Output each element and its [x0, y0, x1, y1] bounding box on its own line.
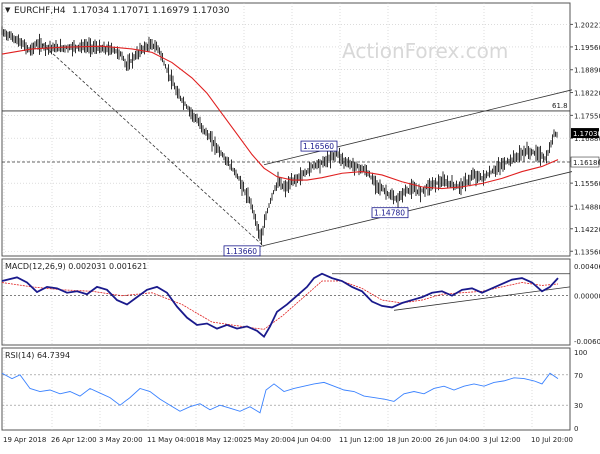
ohlc-text: 1.17034 1.17071 1.16979 1.17030	[72, 6, 230, 16]
dropdown-arrow-icon[interactable]: ▼	[5, 6, 11, 14]
y-tick-label: 1.17550	[574, 112, 600, 120]
y-tick-label: 1.14880	[574, 203, 600, 211]
x-tick-label: 3 Jul 12:00	[483, 436, 521, 444]
watermark: ActionForex.com	[342, 39, 508, 63]
annotation-label: 1.16560	[303, 142, 334, 151]
rsi-scale-label: 0	[574, 425, 578, 433]
level-price-label: 1.16180	[573, 159, 600, 167]
x-tick-label: 25 May 20:00	[243, 436, 291, 444]
x-tick-label: 26 Apr 12:00	[51, 436, 97, 444]
x-tick-label: 19 Apr 2018	[3, 436, 46, 444]
y-tick-label: 1.18220	[574, 90, 600, 98]
y-tick-label: 1.18890	[574, 67, 600, 75]
x-tick-label: 11 May 04:00	[147, 436, 195, 444]
y-tick-label: 1.20221	[574, 21, 600, 29]
rsi-scale-label: 70	[574, 372, 583, 380]
level-label: 61.8	[552, 102, 568, 110]
x-tick-label: 3 May 20:00	[99, 436, 143, 444]
rsi-title: RSI(14) 64.7394	[5, 351, 70, 360]
rsi-scale-label: 30	[574, 402, 583, 410]
macd-scale-label: 0.004065	[574, 263, 600, 271]
symbol-label: EURCHF,H4	[14, 6, 66, 16]
y-tick-label: 1.13560	[574, 248, 600, 256]
x-tick-label: 10 Jul 20:00	[531, 436, 573, 444]
x-tick-label: 4 Jun 04:00	[291, 436, 331, 444]
x-tick-label: 18 Jun 20:00	[387, 436, 431, 444]
macd-title: MACD(12,26,9) 0.002031 0.001621	[5, 262, 147, 271]
annotation-label: 1.13660	[226, 247, 257, 256]
chart-svg: ActionForex.com 61.8 1.16560 1.14780 1.1366…	[0, 0, 600, 450]
y-tick-label: 1.15560	[574, 180, 600, 188]
x-tick-label: 11 Jun 12:00	[339, 436, 383, 444]
macd-scale-label: 0.00000	[574, 293, 600, 301]
x-tick-label: 26 Jun 04:00	[435, 436, 479, 444]
annotation-label: 1.14780	[374, 209, 405, 218]
rsi-scale-label: 100	[574, 349, 587, 357]
macd-scale-label: -0.006069	[574, 338, 600, 346]
chart-root: ActionForex.com 61.8 1.16560 1.14780 1.1366…	[0, 0, 600, 450]
y-tick-label: 1.14220	[574, 226, 600, 234]
current-price-label: 1.17030	[573, 130, 600, 138]
x-tick-label: 18 May 12:00	[195, 436, 243, 444]
y-tick-label: 1.19560	[574, 44, 600, 52]
